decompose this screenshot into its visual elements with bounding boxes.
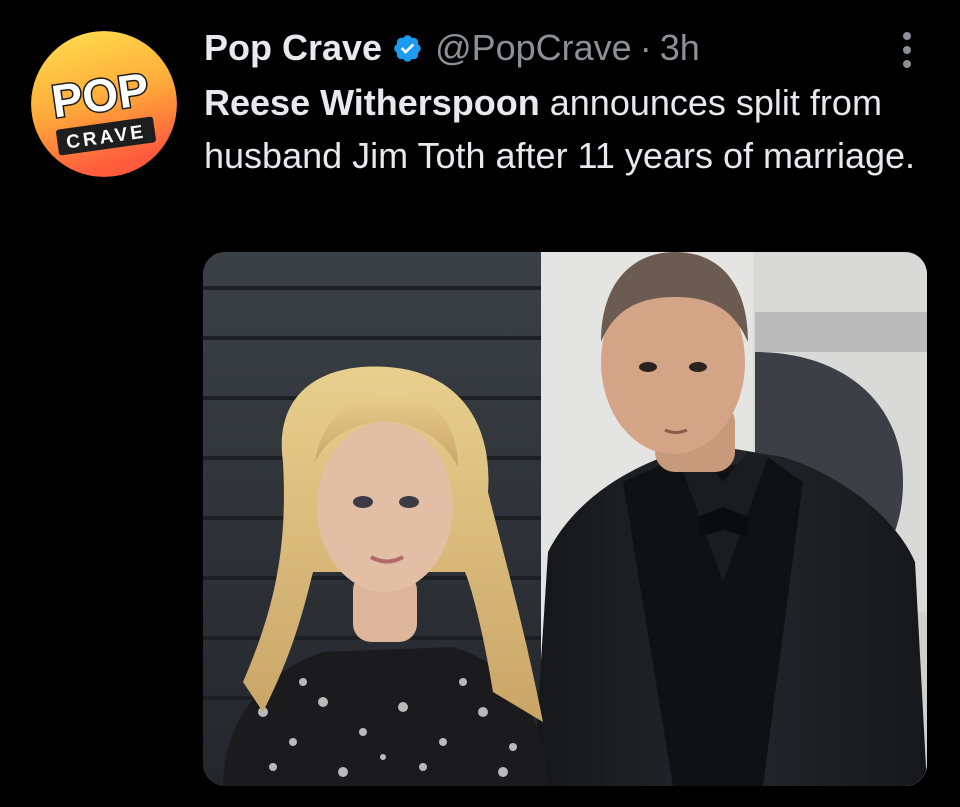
handle[interactable]: @PopCrave	[435, 27, 632, 69]
pop-crave-logo: POP CRAVE	[31, 31, 177, 177]
display-name[interactable]: Pop Crave	[204, 27, 382, 69]
tweet-text: Reese Witherspoon announces split from h…	[204, 76, 924, 182]
photo-image	[203, 252, 927, 786]
tweet-photo[interactable]	[203, 252, 927, 786]
tweet-header: Pop Crave @PopCrave · 3h	[204, 24, 700, 72]
separator-dot: ·	[639, 27, 652, 68]
verified-badge-icon	[392, 33, 423, 64]
more-options-icon[interactable]	[890, 30, 924, 70]
avatar[interactable]: POP CRAVE	[31, 31, 177, 177]
timestamp[interactable]: 3h	[660, 27, 700, 69]
tweet-text-bold: Reese Witherspoon	[204, 82, 540, 123]
